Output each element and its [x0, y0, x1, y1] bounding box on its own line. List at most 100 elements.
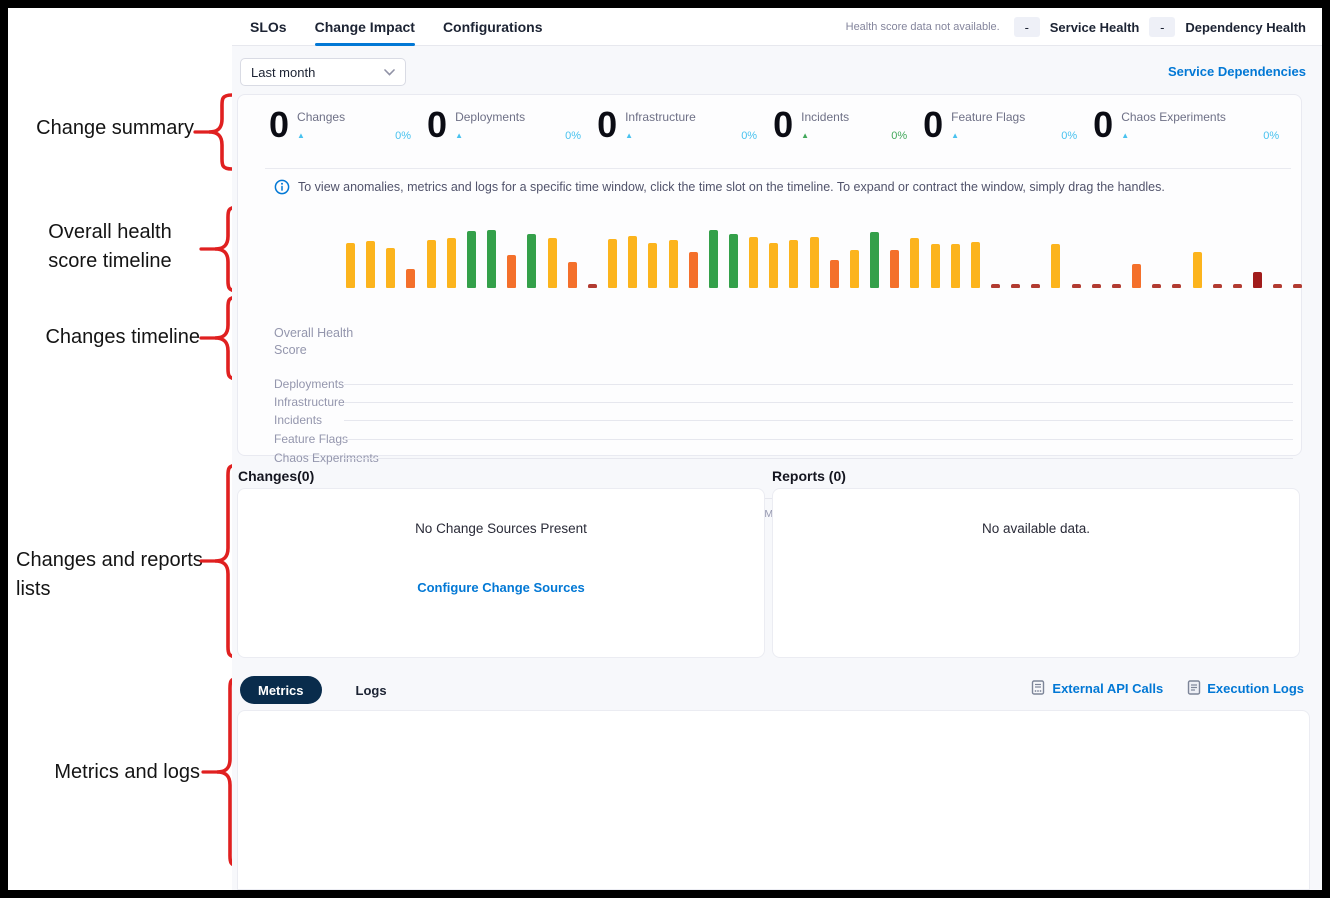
health-score-bar[interactable]	[971, 242, 980, 288]
health-score-bar[interactable]	[507, 255, 516, 288]
health-score-bar[interactable]	[406, 269, 415, 288]
health-score-bar[interactable]	[931, 244, 940, 288]
health-score-bar[interactable]	[386, 248, 395, 288]
health-score-bar[interactable]	[1233, 284, 1242, 288]
health-score-bar[interactable]	[1273, 284, 1282, 288]
health-score-bar[interactable]	[890, 250, 899, 288]
summary-label: Infrastructure	[625, 110, 757, 124]
tab-configurations[interactable]: Configurations	[443, 8, 543, 46]
doc-icon	[1187, 680, 1201, 697]
health-score-bar[interactable]	[769, 243, 778, 288]
health-score-bar[interactable]	[1112, 284, 1121, 288]
health-score-bar[interactable]	[346, 243, 355, 288]
summary-trend: ▲0%	[801, 130, 907, 142]
summary-count: 0	[773, 105, 793, 145]
health-score-bar-chart[interactable]	[346, 228, 1303, 288]
timeline-row-label: Incidents	[274, 413, 322, 427]
health-score-bar[interactable]	[830, 260, 839, 288]
configure-change-sources-link[interactable]: Configure Change Sources	[417, 580, 585, 595]
health-score-bar[interactable]	[1293, 284, 1302, 288]
health-score-bar[interactable]	[487, 230, 496, 288]
health-score-bar[interactable]	[1011, 284, 1020, 288]
summary-tile-changes: 0Changes▲0%	[269, 105, 411, 145]
health-score-bar[interactable]	[366, 241, 375, 288]
timeline-row-line	[344, 384, 1293, 385]
screenshot-frame: Change summary Overall health score time…	[8, 8, 1322, 890]
health-score-bar[interactable]	[1132, 264, 1141, 288]
header-tabs: SLOs Change Impact Configurations	[250, 8, 542, 46]
health-score-bar[interactable]	[527, 234, 536, 288]
health-score-bar[interactable]	[910, 238, 919, 288]
health-score-bar[interactable]	[568, 262, 577, 288]
health-score-note: Health score data not available.	[846, 21, 1000, 33]
trend-percent: 0%	[395, 130, 411, 142]
health-score-bar[interactable]	[1072, 284, 1081, 288]
health-score-bar[interactable]	[991, 284, 1000, 288]
health-score-bar[interactable]	[1092, 284, 1101, 288]
summary-tile-deployments: 0Deployments▲0%	[427, 105, 581, 145]
health-score-bar[interactable]	[628, 236, 637, 288]
execution-logs-link[interactable]: Execution Logs	[1187, 680, 1304, 697]
health-score-bar[interactable]	[709, 230, 718, 288]
annotation-change-summary: Change summary	[14, 114, 194, 143]
change-summary-row: 0Changes▲0%0Deployments▲0%0Infrastructur…	[269, 105, 1279, 145]
tab-change-impact[interactable]: Change Impact	[315, 8, 415, 46]
health-score-bar[interactable]	[427, 240, 436, 288]
tab-metrics[interactable]: Metrics	[240, 676, 322, 704]
summary-tile-feature-flags: 0Feature Flags▲0%	[923, 105, 1077, 145]
trend-percent: 0%	[565, 130, 581, 142]
dependency-health-label: Dependency Health	[1185, 20, 1306, 35]
health-score-bar[interactable]	[789, 240, 798, 288]
info-icon	[274, 179, 290, 195]
health-score-bar[interactable]	[588, 284, 597, 288]
health-score-bar[interactable]	[850, 250, 859, 288]
summary-tile-body: Infrastructure ▲0%	[625, 105, 757, 145]
changes-empty-text: No Change Sources Present	[238, 521, 764, 536]
service-dependencies-link[interactable]: Service Dependencies	[1168, 64, 1306, 79]
health-score-bar[interactable]	[870, 232, 879, 288]
reports-panel: No available data.	[772, 488, 1300, 658]
changes-panel-title: Changes(0)	[238, 468, 314, 484]
health-score-bar[interactable]	[467, 231, 476, 288]
timeline-row-label: Feature Flags	[274, 432, 348, 446]
summary-trend: ▲0%	[297, 130, 411, 142]
health-score-bar[interactable]	[669, 240, 678, 288]
health-score-bar[interactable]	[1051, 244, 1060, 288]
health-score-bar[interactable]	[1172, 284, 1181, 288]
annotation-changes-reports-lists: Changes and reports lists	[16, 546, 206, 604]
health-score-bar[interactable]	[810, 237, 819, 288]
summary-trend: ▲0%	[1121, 130, 1279, 142]
health-score-bar[interactable]	[729, 234, 738, 288]
app-panel: SLOs Change Impact Configurations Health s…	[232, 8, 1322, 890]
tab-slos[interactable]: SLOs	[250, 8, 287, 46]
trend-percent: 0%	[1061, 130, 1077, 142]
health-score-bar[interactable]	[749, 237, 758, 288]
change-impact-card: 0Changes▲0%0Deployments▲0%0Infrastructur…	[237, 94, 1302, 456]
summary-tile-body: Incidents▲0%	[801, 105, 907, 145]
health-score-bar[interactable]	[1213, 284, 1222, 288]
timeline-row-line	[344, 402, 1293, 403]
health-score-bar[interactable]	[1031, 284, 1040, 288]
summary-divider	[265, 168, 1291, 169]
tab-logs[interactable]: Logs	[338, 676, 405, 704]
health-score-bar[interactable]	[1152, 284, 1161, 288]
summary-trend: ▲0%	[625, 130, 757, 142]
health-score-bar[interactable]	[608, 239, 617, 288]
time-range-select[interactable]: Last month	[240, 58, 406, 86]
timeline-row-label: Deployments	[274, 377, 344, 391]
health-score-bar[interactable]	[951, 244, 960, 288]
summary-count: 0	[269, 105, 289, 145]
health-score-bar[interactable]	[1193, 252, 1202, 288]
timeline-row-line	[344, 439, 1293, 440]
chevron-down-icon	[384, 69, 395, 76]
summary-count: 0	[597, 105, 617, 145]
external-api-calls-link[interactable]: External API Calls	[1031, 680, 1163, 697]
health-score-bar[interactable]	[548, 238, 557, 288]
timeline-row-line	[344, 458, 1293, 459]
health-score-bar[interactable]	[648, 243, 657, 288]
trend-up-icon: ▲	[801, 132, 809, 140]
health-score-bar[interactable]	[1253, 272, 1262, 288]
summary-tile-body: Feature Flags▲0%	[951, 105, 1077, 145]
health-score-bar[interactable]	[447, 238, 456, 288]
health-score-bar[interactable]	[689, 252, 698, 288]
